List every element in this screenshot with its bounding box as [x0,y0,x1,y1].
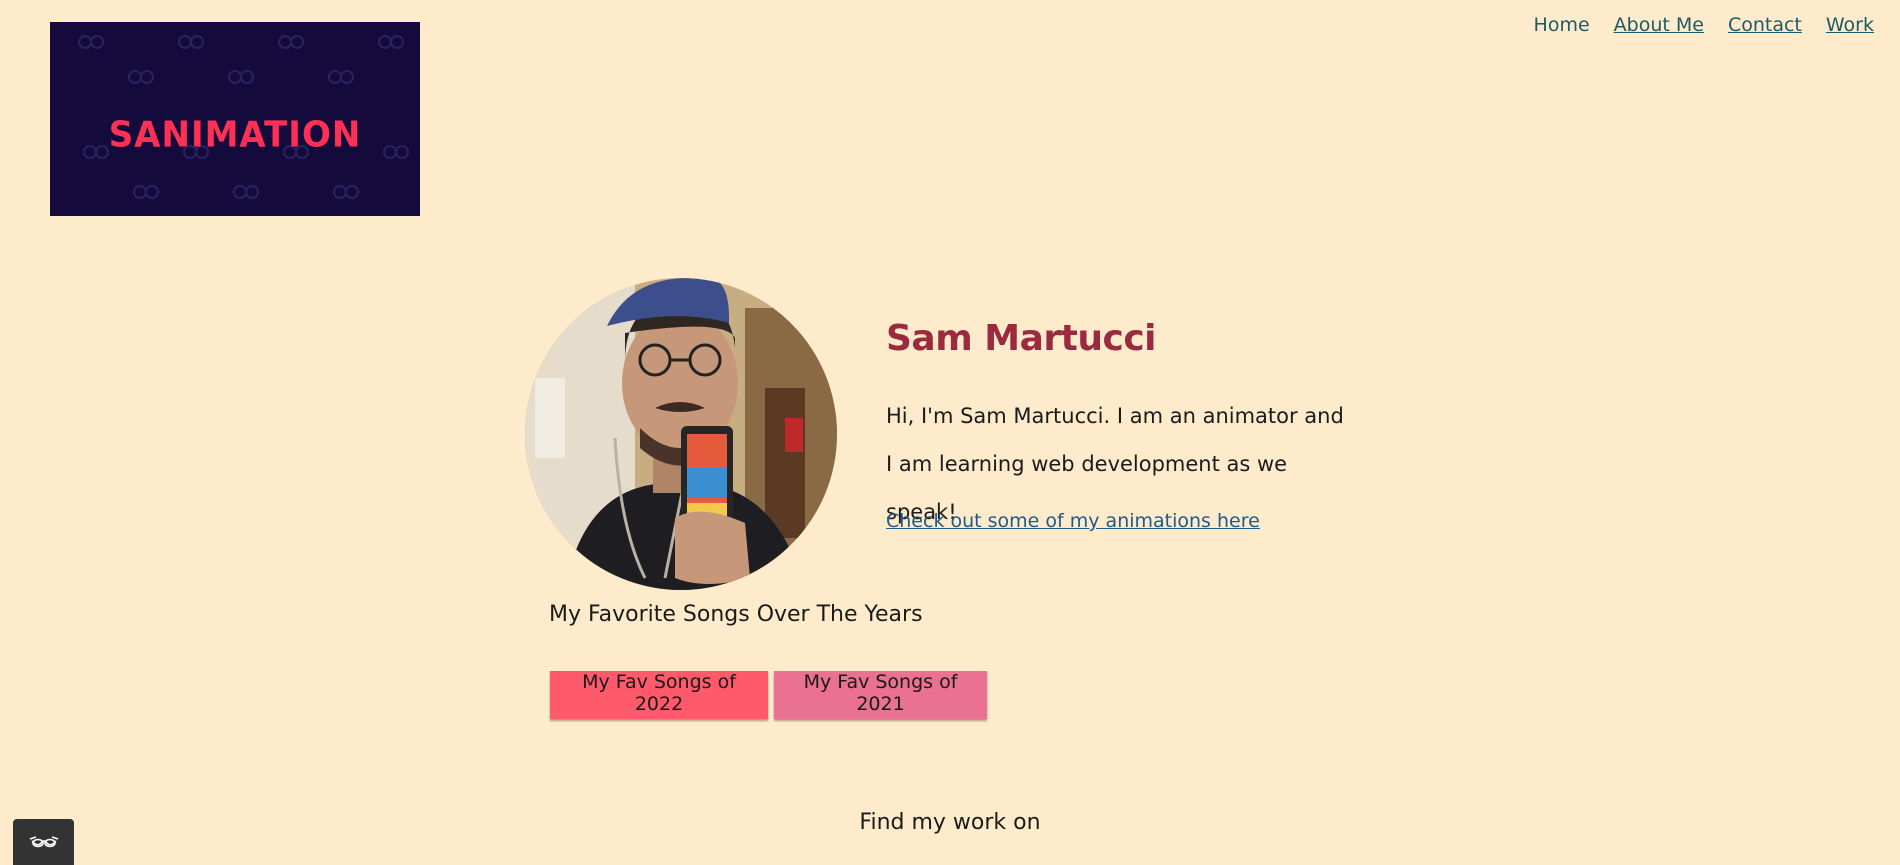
nav-home-link[interactable]: Home [1534,14,1590,36]
songs-heading: My Favorite Songs Over The Years [549,602,923,627]
profile-name: Sam Martucci [886,318,1157,359]
find-work-heading: Find my work on [859,810,1041,835]
page: SANIMATION Home About Me Contact Work Sa… [0,0,1900,865]
glasses-icon [29,836,58,848]
fav-songs-2021-button[interactable]: My Fav Songs of 2021 [774,671,987,719]
nav-about-link[interactable]: About Me [1614,14,1704,36]
logo-text: SANIMATION [108,114,362,156]
main-nav: Home About Me Contact Work [1534,14,1874,36]
accessibility-button[interactable] [13,819,74,865]
nav-contact-link[interactable]: Contact [1728,14,1802,36]
fav-songs-2022-button[interactable]: My Fav Songs of 2022 [550,671,768,719]
profile-photo [525,278,837,590]
nav-work-link[interactable]: Work [1826,14,1874,36]
profile-photo-illustration [525,278,837,590]
site-logo[interactable]: SANIMATION [50,22,420,216]
animations-link[interactable]: Check out some of my animations here [886,510,1260,532]
